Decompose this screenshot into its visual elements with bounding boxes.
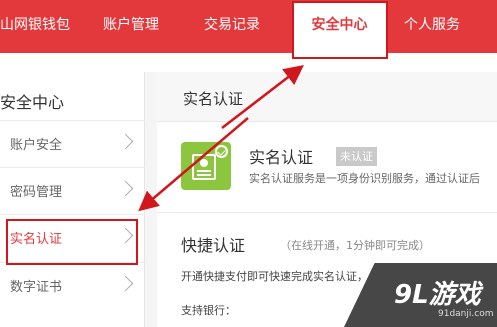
sidebar-item-label: 数字证书 <box>10 280 63 295</box>
section-divider <box>157 212 497 213</box>
content-gutter <box>145 72 157 327</box>
annotation-highlight-sidebar <box>6 219 138 265</box>
chevron-right-icon <box>117 180 134 197</box>
realname-title: 实名认证 <box>249 148 314 167</box>
content-header: 实名认证 <box>157 72 497 122</box>
status-badge: 未认证 <box>336 147 377 166</box>
check-icon <box>215 145 228 158</box>
quick-auth-title: 快捷认证 <box>181 236 246 255</box>
top-nav: 山网银钱包 账户管理 交易记录 安全中心 个人服务 <box>0 0 497 61</box>
nav-personal-service[interactable]: 个人服务 <box>404 0 460 53</box>
nav-transaction-records[interactable]: 交易记录 <box>204 0 260 53</box>
annotation-highlight-nav <box>292 1 388 59</box>
supported-banks-label: 支持银行： <box>181 304 236 317</box>
nav-wallet[interactable]: 山网银钱包 <box>0 0 70 53</box>
page-title: 实名认证 <box>183 90 244 108</box>
sidebar: 安全中心 账户安全 密码管理 实名认证 数字证书 <box>0 72 145 327</box>
id-card-icon <box>181 142 231 190</box>
sidebar-item-label: 密码管理 <box>10 185 63 200</box>
sidebar-item-account-security[interactable]: 账户安全 <box>0 120 145 166</box>
chevron-right-icon <box>117 275 134 292</box>
realname-description: 实名认证服务是一项身份识别服务，通过认证后 <box>249 172 480 185</box>
quick-auth-description: 开通快捷支付即可快速完成实名认证， <box>181 270 368 283</box>
chevron-right-icon <box>117 133 134 150</box>
nav-account-management[interactable]: 账户管理 <box>103 0 159 53</box>
watermark-url: 91danji.com <box>438 309 494 319</box>
sidebar-item-certificate[interactable]: 数字证书 <box>0 262 145 308</box>
sidebar-title: 安全中心 <box>0 93 65 112</box>
quick-auth-subtitle: （在线开通，1分钟即可完成） <box>280 239 430 252</box>
sidebar-item-password[interactable]: 密码管理 <box>0 167 145 213</box>
sidebar-item-label: 账户安全 <box>10 138 63 153</box>
watermark-logo: 9L游戏 <box>394 280 481 310</box>
